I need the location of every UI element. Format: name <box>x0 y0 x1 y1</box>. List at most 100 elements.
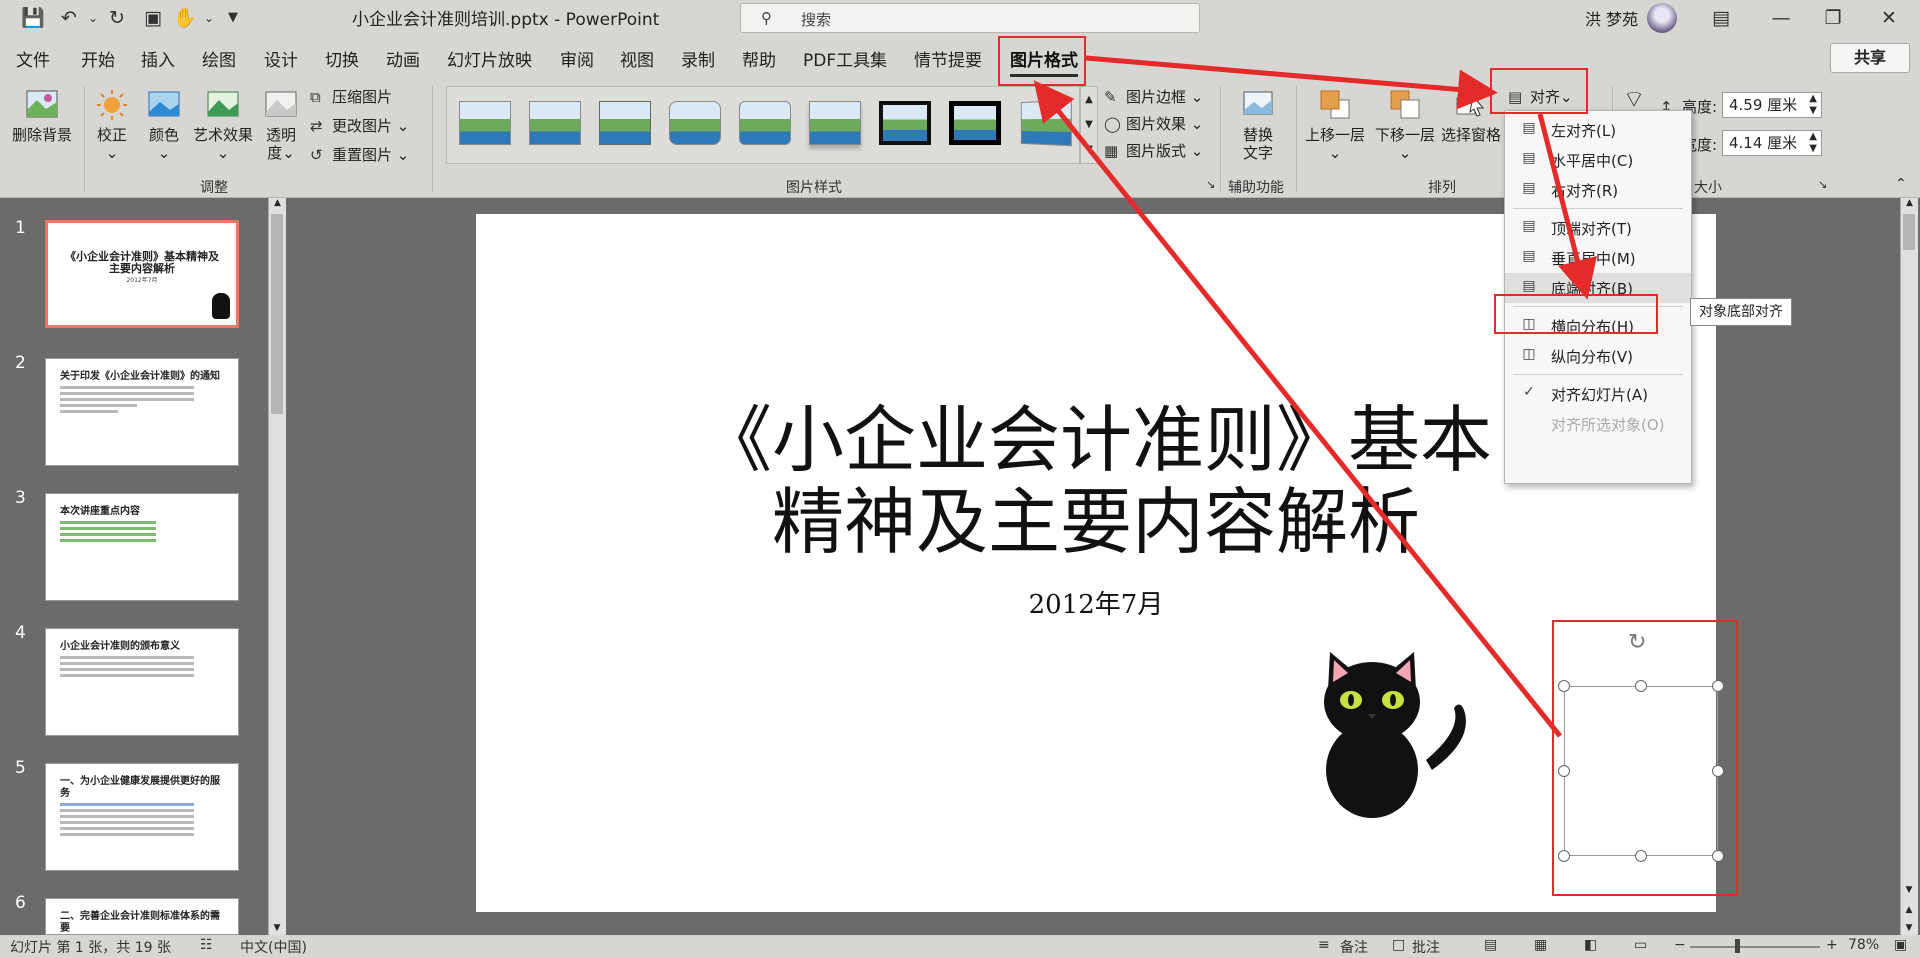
tab-slideshow[interactable]: 幻灯片放映 <box>447 46 532 71</box>
tab-transitions[interactable]: 切换 <box>325 46 359 71</box>
tab-file[interactable]: 文件 <box>16 46 50 71</box>
slide-scrollbar[interactable]: ▲ ▼ ▲ ▼ <box>1900 198 1918 935</box>
height-input[interactable]: 4.59 厘米 ▲ ▼ <box>1722 92 1822 118</box>
gallery-scroll[interactable]: ▲ ▼ ▼ <box>1080 86 1098 164</box>
normal-view-icon[interactable]: ▤ <box>1484 937 1497 953</box>
zoom-level[interactable]: 78% <box>1848 937 1879 953</box>
collapse-ribbon-icon[interactable]: ⌃ <box>1895 176 1907 192</box>
presentation-icon[interactable]: ▣ <box>140 5 166 31</box>
tab-home[interactable]: 开始 <box>81 46 115 71</box>
slide-thumbnail-2[interactable]: 关于印发《小企业会计准则》的通知 <box>45 358 239 466</box>
fit-slide-icon[interactable]: ▣ <box>1894 937 1907 953</box>
tab-review[interactable]: 审阅 <box>560 46 594 71</box>
accessibility-icon[interactable]: ☷ <box>200 937 213 953</box>
touch-mode-icon[interactable]: ✋ <box>172 5 198 31</box>
corrections-button[interactable]: 校正 ⌄ <box>88 88 136 162</box>
zoom-in-icon[interactable]: + <box>1826 937 1838 953</box>
menu-item-align-top[interactable]: ▤ 顶端对齐(T) <box>1505 213 1691 243</box>
prev-slide-icon[interactable]: ▲ <box>1901 905 1917 915</box>
scroll-down-icon[interactable]: ▼ <box>269 923 285 933</box>
menu-item-align-to-slide[interactable]: ✓ 对齐幻灯片(A) <box>1505 379 1691 409</box>
undo-icon[interactable]: ↶ <box>56 5 82 31</box>
zoom-slider-thumb[interactable] <box>1735 939 1740 953</box>
tab-storyboard[interactable]: 情节提要 <box>914 46 982 71</box>
notes-icon[interactable]: ≡ <box>1318 937 1330 953</box>
alt-text-button[interactable]: 替换 文字 <box>1226 88 1290 162</box>
style-thumb[interactable] <box>949 101 1001 145</box>
undo-dropdown-icon[interactable]: ⌄ <box>80 5 106 31</box>
share-button[interactable]: 共享 <box>1830 43 1910 73</box>
menu-item-align-middle[interactable]: ▤ 垂直居中(M) <box>1505 243 1691 273</box>
send-backward-button[interactable]: 下移一层 ⌄ <box>1370 88 1440 162</box>
chevron-down-icon[interactable]: ▼ <box>1085 119 1093 130</box>
restore-icon[interactable]: ❐ <box>1820 5 1846 31</box>
scroll-down-icon[interactable]: ▼ <box>1901 885 1917 895</box>
slide-thumbnail-1[interactable]: 《小企业会计准则》基本精神及主要内容解析 2012年7月 <box>45 220 239 328</box>
language-indicator[interactable]: 中文(中国) <box>240 937 307 957</box>
style-thumb[interactable] <box>1020 99 1072 147</box>
style-thumb[interactable] <box>599 101 651 145</box>
zoom-out-icon[interactable]: − <box>1674 937 1686 953</box>
slideshow-icon[interactable]: ▭ <box>1634 937 1647 953</box>
menu-item-distribute-vertical[interactable]: ◫ 纵向分布(V) <box>1505 341 1691 371</box>
menu-item-align-right[interactable]: ▤ 右对齐(R) <box>1505 175 1691 205</box>
notes-button[interactable]: 备注 <box>1340 937 1368 957</box>
chevron-up-icon[interactable]: ▲ <box>1085 94 1093 105</box>
redo-icon[interactable]: ↻ <box>104 5 130 31</box>
scroll-up-icon[interactable]: ▲ <box>269 198 286 208</box>
slide-thumbnail-5[interactable]: 一、为小企业健康发展提供更好的服务 <box>45 763 239 871</box>
cat-image[interactable] <box>1314 620 1474 820</box>
compress-pictures-button[interactable]: ⧉ 压缩图片 <box>310 86 392 107</box>
picture-layout-button[interactable]: ▦ 图片版式 ⌄ <box>1104 140 1203 161</box>
spinner-icon[interactable]: ▲ ▼ <box>1809 131 1817 155</box>
touch-dropdown-icon[interactable]: ⌄ <box>196 5 222 31</box>
more-icon[interactable]: ▼ <box>1085 144 1093 155</box>
close-icon[interactable]: ✕ <box>1876 5 1902 31</box>
zoom-slider[interactable] <box>1690 946 1820 948</box>
tab-insert[interactable]: 插入 <box>141 46 175 71</box>
slide-thumbnail-6[interactable]: 二、完善企业会计准则标准体系的需要 <box>45 898 239 935</box>
ribbon-display-icon[interactable]: ▤ <box>1708 5 1734 31</box>
reset-picture-button[interactable]: ↺ 重置图片 ⌄ <box>310 144 409 165</box>
avatar[interactable] <box>1647 3 1677 33</box>
search-box[interactable]: ⚲ 搜索 <box>740 3 1200 33</box>
slide-thumbnail-3[interactable]: 本次讲座重点内容 <box>45 493 239 601</box>
picture-border-button[interactable]: ✎ 图片边框 ⌄ <box>1104 86 1203 107</box>
minimize-icon[interactable]: — <box>1768 5 1794 31</box>
bring-forward-button[interactable]: 上移一层 ⌄ <box>1300 88 1370 162</box>
remove-background-button[interactable]: 删除背景 <box>8 88 76 144</box>
crop-icon[interactable]: ⌔ <box>1618 87 1650 111</box>
picture-effects-button[interactable]: ◯ 图片效果 ⌄ <box>1104 113 1203 134</box>
style-thumb[interactable] <box>459 101 511 145</box>
dialog-launcher-icon[interactable]: ↘ <box>1206 178 1215 191</box>
style-thumb[interactable] <box>879 101 931 145</box>
slide-thumbnail-4[interactable]: 小企业会计准则的颁布意义 <box>45 628 239 736</box>
menu-item-align-center[interactable]: ▤ 水平居中(C) <box>1505 145 1691 175</box>
width-input[interactable]: 4.14 厘米 ▲ ▼ <box>1722 130 1822 156</box>
slide-sorter-icon[interactable]: ▦ <box>1534 937 1547 953</box>
user-name[interactable]: 洪 梦苑 <box>1585 6 1638 30</box>
transparency-button[interactable]: 透明 度⌄ <box>260 88 302 162</box>
tab-animations[interactable]: 动画 <box>386 46 420 71</box>
dialog-launcher-icon[interactable]: ↘ <box>1818 178 1827 191</box>
menu-item-align-left[interactable]: ▤ 左对齐(L) <box>1505 115 1691 145</box>
tab-help[interactable]: 帮助 <box>742 46 776 71</box>
customize-qat-icon[interactable]: ▼ <box>220 5 246 31</box>
scroll-thumb[interactable] <box>1903 214 1915 250</box>
slide-subtitle[interactable]: 2012年7月 <box>476 584 1716 621</box>
artistic-effects-button[interactable]: 艺术效果 ⌄ <box>190 88 256 162</box>
next-slide-icon[interactable]: ▼ <box>1901 923 1917 933</box>
save-icon[interactable]: 💾 <box>20 5 46 31</box>
color-button[interactable]: 颜色 ⌄ <box>140 88 188 162</box>
style-thumb[interactable] <box>739 101 791 145</box>
style-thumb[interactable] <box>669 101 721 145</box>
reading-view-icon[interactable]: ◧ <box>1584 937 1597 953</box>
thumbnail-scrollbar[interactable]: ▲ ▼ <box>268 198 286 935</box>
style-thumb[interactable] <box>809 101 861 145</box>
comments-button[interactable]: 批注 <box>1412 937 1440 957</box>
style-thumb[interactable] <box>529 101 581 145</box>
tab-record[interactable]: 录制 <box>681 46 715 71</box>
scroll-up-icon[interactable]: ▲ <box>1901 198 1918 208</box>
tab-design[interactable]: 设计 <box>264 46 298 71</box>
comments-icon[interactable]: □ <box>1392 937 1405 953</box>
